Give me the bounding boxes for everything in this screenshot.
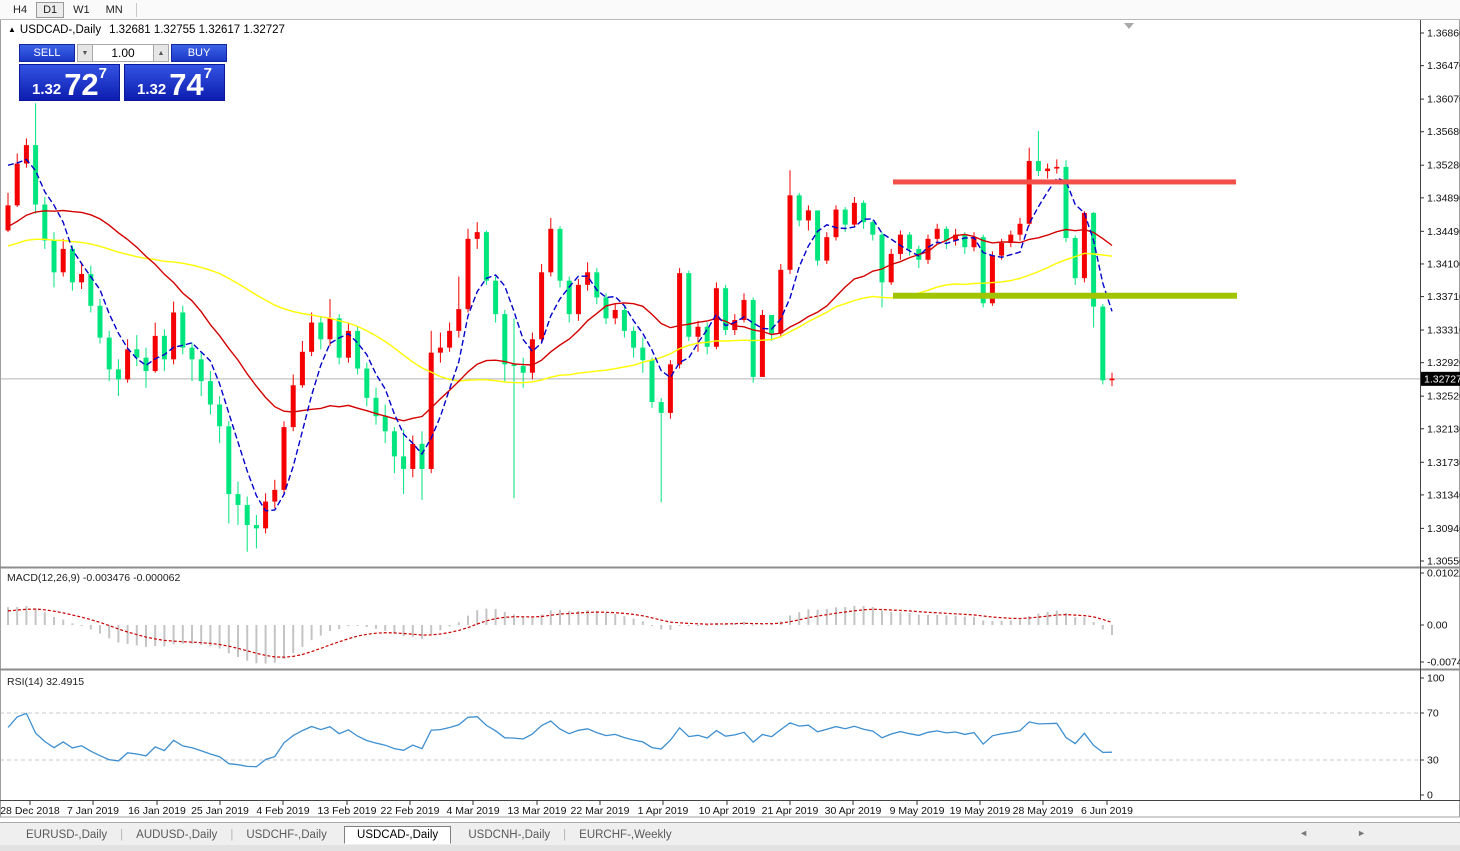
sell-price-point: 7 [99,66,107,81]
chevron-down-icon: ▼ [82,50,89,57]
symbol-tab-bar: EURUSD-,Daily|AUDUSD-,Daily|USDCHF-,Dail… [0,822,1460,846]
svg-text:21 Apr 2019: 21 Apr 2019 [762,805,819,817]
svg-text:1.36070: 1.36070 [1427,94,1460,106]
svg-text:100: 100 [1427,673,1445,685]
svg-text:28 May 2019: 28 May 2019 [1013,805,1074,817]
candles-layer [6,103,1115,552]
sell-price-pips: 72 [64,72,98,97]
buy-price-pips: 74 [169,72,203,97]
expand-arrow-icon[interactable]: ▲ [8,25,16,34]
tab-usdchf-daily[interactable]: USDCHF-,Daily [234,826,339,844]
sell-price-prefix: 1.32 [32,82,61,97]
svg-text:1.31340: 1.31340 [1427,489,1460,501]
svg-text:1.36860: 1.36860 [1427,28,1460,40]
tab-usdcnh-daily[interactable]: USDCNH-,Daily [456,826,562,844]
app-window: 1.36860 1.36470 1.36070 1.35680 1.35280 1.348… [0,0,1460,851]
svg-text:4 Feb 2019: 4 Feb 2019 [256,805,309,817]
lot-size-stepper: ▼ 1.00 ▲ [77,44,169,62]
svg-text:13 Mar 2019: 13 Mar 2019 [508,805,567,817]
svg-text:1 Apr 2019: 1 Apr 2019 [638,805,689,817]
svg-text:1.33310: 1.33310 [1427,325,1460,337]
chart-symbol-label: USDCAD-,Daily [20,24,101,36]
svg-text:1.32130: 1.32130 [1427,423,1460,435]
svg-text:0: 0 [1427,790,1433,802]
svg-text:7 Jan 2019: 7 Jan 2019 [67,805,119,817]
lot-decrease-button[interactable]: ▼ [77,44,93,62]
chart-canvas[interactable]: 1.36860 1.36470 1.36070 1.35680 1.35280 1.348… [0,0,1460,851]
svg-text:19 May 2019: 19 May 2019 [950,805,1011,817]
tab-audusd-daily[interactable]: AUDUSD-,Daily [124,826,229,844]
tab-scroll-left-icon[interactable]: ◄ [1299,828,1308,838]
timeframe-button-h4[interactable]: H4 [6,2,34,18]
chart-shift-marker-icon[interactable] [1124,23,1134,29]
tab-eurusd-daily[interactable]: EURUSD-,Daily [14,826,119,844]
svg-text:9 May 2019: 9 May 2019 [890,805,945,817]
sell-price-box[interactable]: 1.32 72 7 [19,64,120,101]
svg-text:0.00: 0.00 [1427,620,1448,632]
svg-text:70: 70 [1427,708,1439,720]
svg-text:30 Apr 2019: 30 Apr 2019 [825,805,882,817]
rsi-line [8,713,1112,766]
svg-text:1.35280: 1.35280 [1427,160,1460,172]
buy-price-box[interactable]: 1.32 74 7 [124,64,225,101]
chart-title: ▲ USDCAD-,Daily 1.32681 1.32755 1.32617 1.… [8,24,285,36]
tab-separator: | [230,829,233,841]
svg-text:6 Jun 2019: 6 Jun 2019 [1081,805,1133,817]
lot-increase-button[interactable]: ▲ [153,44,169,62]
chevron-up-icon: ▲ [158,50,165,57]
timeframe-button-w1[interactable]: W1 [66,2,97,18]
buy-price-point: 7 [204,66,212,81]
svg-text:0.010229: 0.010229 [1427,568,1460,580]
tab-scroll-right-icon[interactable]: ► [1357,828,1366,838]
resistance-line[interactable] [893,179,1236,184]
lot-size-input[interactable]: 1.00 [93,44,153,62]
svg-text:1.36470: 1.36470 [1427,60,1460,72]
toolbar-separator [136,3,137,17]
tab-separator: | [120,829,123,841]
svg-text:10 Apr 2019: 10 Apr 2019 [699,805,756,817]
svg-text:16 Jan 2019: 16 Jan 2019 [128,805,186,817]
rsi-label: RSI(14) 32.4915 [7,676,84,688]
svg-text:1.32920: 1.32920 [1427,357,1460,369]
tab-eurchf-weekly[interactable]: EURCHF-,Weekly [567,826,683,844]
svg-text:1.30940: 1.30940 [1427,523,1460,535]
timeframe-button-mn[interactable]: MN [99,2,130,18]
svg-text:30: 30 [1427,755,1439,767]
tab-usdcad-daily[interactable]: USDCAD-,Daily [344,826,451,844]
svg-text:-0.007477: -0.007477 [1427,657,1460,669]
macd-label: MACD(12,26,9) -0.003476 -0.000062 [7,572,181,584]
buy-price-prefix: 1.32 [137,82,166,97]
svg-text:1.32727: 1.32727 [1424,373,1460,385]
svg-text:1.34100: 1.34100 [1427,258,1460,270]
tab-separator: | [563,829,566,841]
tab-separator [452,829,455,841]
sell-button[interactable]: SELL [19,44,75,62]
svg-text:1.34490: 1.34490 [1427,226,1460,238]
svg-text:22 Mar 2019: 22 Mar 2019 [571,805,630,817]
svg-text:13 Feb 2019: 13 Feb 2019 [318,805,377,817]
window-bottom-edge [0,845,1460,851]
svg-text:1.35680: 1.35680 [1427,126,1460,138]
buy-button[interactable]: BUY [171,44,227,62]
svg-text:22 Feb 2019: 22 Feb 2019 [381,805,440,817]
svg-text:1.32520: 1.32520 [1427,391,1460,403]
indicator-panels-layer [0,606,1420,767]
svg-text:25 Jan 2019: 25 Jan 2019 [191,805,249,817]
svg-text:1.30550: 1.30550 [1427,556,1460,568]
timeframe-button-d1[interactable]: D1 [36,2,64,18]
svg-text:28 Dec 2018: 28 Dec 2018 [0,805,60,817]
svg-text:4 Mar 2019: 4 Mar 2019 [446,805,499,817]
chart-ohlc-values: 1.32681 1.32755 1.32617 1.32727 [109,24,285,36]
svg-text:1.31730: 1.31730 [1427,457,1460,469]
svg-text:1.34890: 1.34890 [1427,192,1460,204]
one-click-trading-panel: SELL ▼ 1.00 ▲ BUY 1.32 72 7 1.32 74 7 [19,44,227,101]
svg-text:1.33710: 1.33710 [1427,291,1460,303]
tab-separator [340,829,343,841]
timeframe-toolbar: H4D1W1MN [0,0,1460,20]
support-line[interactable] [893,293,1237,299]
